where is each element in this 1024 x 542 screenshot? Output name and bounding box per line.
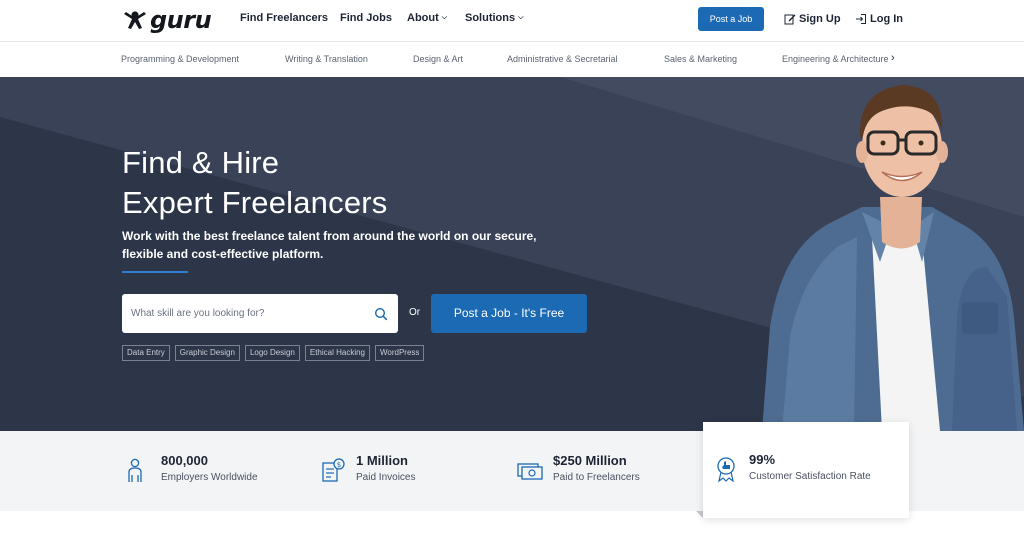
nav-find-jobs[interactable]: Find Jobs	[340, 12, 392, 24]
post-a-job-button[interactable]: Post a Job	[698, 7, 764, 31]
logo-text: guru	[150, 6, 212, 34]
card-fold-corner	[696, 511, 703, 518]
hero-section: Find & Hire Expert Freelancers Work with…	[0, 77, 1024, 431]
nav-solutions-label: Solutions	[465, 12, 516, 24]
stat-satisfaction-value: 99%	[749, 452, 776, 467]
tag-data-entry[interactable]: Data Entry	[122, 345, 170, 361]
post-job-free-button[interactable]: Post a Job - It's Free	[431, 294, 587, 333]
edit-icon	[784, 14, 796, 25]
person-icon	[128, 458, 142, 482]
nav-solutions[interactable]: Solutions ⌵	[465, 12, 523, 24]
money-icon	[517, 463, 543, 480]
skill-search-input[interactable]	[122, 294, 362, 333]
stat-paid-value: $250 Million	[553, 453, 627, 468]
hero-subtitle: Work with the best freelance talent from…	[122, 229, 537, 261]
chevron-down-icon: ⌵	[518, 14, 524, 21]
stat-invoices: $ 1 Million Paid Invoices	[320, 453, 415, 487]
skill-search	[122, 294, 398, 333]
stat-invoices-label: Paid Invoices	[356, 472, 416, 483]
chevron-down-icon: ⌵	[441, 14, 448, 21]
hero-divider	[122, 271, 188, 273]
category-administrative[interactable]: Administrative & Secretarial	[507, 54, 618, 64]
login-icon	[856, 14, 866, 24]
guru-logo[interactable]: guru	[122, 6, 212, 34]
stat-employers-label: Employers Worldwide	[161, 472, 258, 483]
sign-up-label: Sign Up	[799, 13, 841, 25]
invoice-icon: $	[322, 458, 345, 482]
category-design[interactable]: Design & Art	[413, 54, 463, 64]
tag-ethical-hacking[interactable]: Ethical Hacking	[304, 345, 370, 361]
stat-paid-label: Paid to Freelancers	[553, 472, 640, 483]
category-sales-marketing[interactable]: Sales & Marketing	[664, 54, 737, 64]
log-in-link[interactable]: Log In	[855, 13, 903, 25]
stat-employers: 800,000 Employers Worldwide	[125, 453, 258, 487]
nav-find-freelancers[interactable]: Find Freelancers	[240, 12, 328, 24]
tag-logo-design[interactable]: Logo Design	[244, 345, 300, 361]
nav-find-jobs-label: Find Jobs	[340, 12, 392, 24]
search-icon[interactable]	[374, 307, 388, 321]
stat-satisfaction-card: 99% Customer Satisfaction Rate	[703, 422, 909, 518]
nav-about-label: About	[407, 12, 439, 24]
nav-about[interactable]: About ⌵	[407, 12, 447, 24]
award-badge-icon	[717, 457, 735, 482]
svg-text:$: $	[337, 461, 341, 469]
tag-graphic-design[interactable]: Graphic Design	[174, 345, 240, 361]
stat-invoices-value: 1 Million	[356, 453, 408, 468]
hero-title: Find & Hire Expert Freelancers	[122, 143, 387, 223]
log-in-label: Log In	[870, 13, 903, 25]
stat-satisfaction-label: Customer Satisfaction Rate	[749, 471, 871, 482]
guru-logo-icon	[124, 11, 146, 29]
popular-skill-tags: Data Entry Graphic Design Logo Design Et…	[122, 345, 425, 361]
hero-title-line2: Expert Freelancers	[122, 185, 388, 220]
nav-find-freelancers-label: Find Freelancers	[240, 12, 329, 24]
chevron-right-icon[interactable]: ›	[891, 52, 895, 64]
hero-title-line1: Find & Hire	[122, 145, 280, 180]
stat-paid: $250 Million Paid to Freelancers	[517, 453, 640, 487]
top-navigation: guru Find Freelancers Find Jobs About ⌵ S…	[0, 0, 1024, 42]
tag-wordpress[interactable]: WordPress	[375, 345, 425, 361]
stat-satisfaction: 99% Customer Satisfaction Rate	[713, 452, 871, 486]
or-separator: Or	[409, 307, 421, 318]
category-engineering[interactable]: Engineering & Architecture	[782, 54, 890, 64]
category-writing[interactable]: Writing & Translation	[285, 54, 368, 64]
stat-employers-value: 800,000	[161, 453, 208, 468]
sign-up-link[interactable]: Sign Up	[784, 13, 841, 25]
category-bar: Programming & Development Writing & Tran…	[0, 43, 1024, 77]
category-programming[interactable]: Programming & Development	[121, 54, 239, 64]
hero-person-image	[762, 85, 1024, 431]
